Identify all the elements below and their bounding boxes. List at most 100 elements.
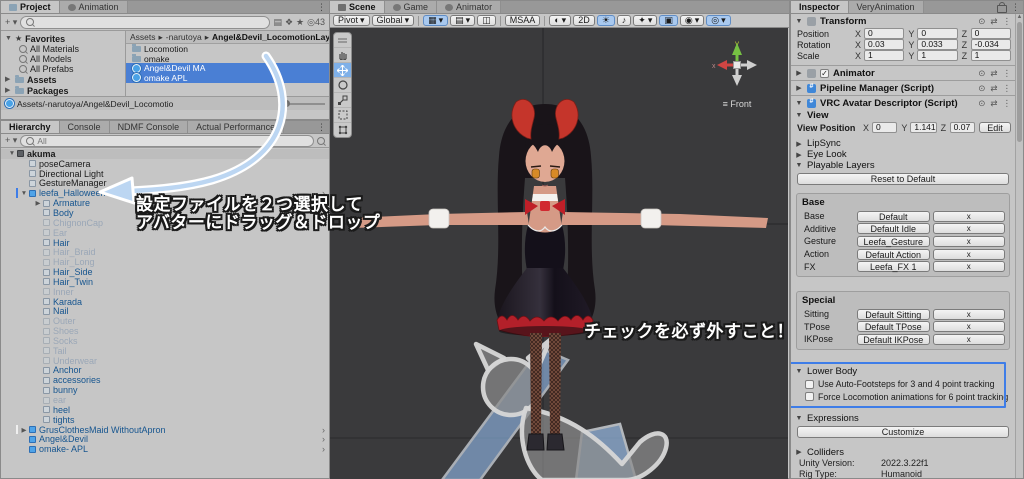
search-window-icon[interactable] — [317, 136, 325, 145]
scene-tab[interactable]: Animator — [437, 1, 502, 13]
foldout-icon[interactable]: ▶ — [795, 84, 803, 92]
hierarchy-item[interactable]: Nail — [1, 306, 329, 316]
foldout-icon[interactable]: ▶ — [5, 75, 12, 85]
foldout-icon[interactable]: ▼ — [795, 100, 803, 107]
snap-grid-button[interactable]: ▤ ▾ — [450, 15, 476, 26]
inspector-scrollbar[interactable]: ▲ — [1015, 14, 1023, 478]
project-search-input[interactable] — [20, 15, 271, 29]
hierarchy-item[interactable]: Shoes — [1, 326, 329, 336]
foldout-icon[interactable]: ▼ — [795, 368, 803, 375]
inspector-tab[interactable]: VeryAnimation — [848, 1, 924, 13]
foldout-icon[interactable]: ▶ — [5, 86, 12, 96]
lighting-toggle-button[interactable]: ☀ — [596, 15, 615, 26]
hierarchy-item[interactable]: Angel&Devil › — [1, 434, 329, 444]
help-icon[interactable]: ⊙ — [978, 83, 985, 94]
lock-icon[interactable] — [997, 1, 1007, 13]
animator-header[interactable]: ▶ ✓ Animator ⊙ ⇄ ⋮ — [791, 65, 1015, 80]
layer-clear-button[interactable]: x — [932, 333, 1005, 345]
layer-clear-button[interactable]: x — [932, 223, 1005, 235]
pipeline-manager-header[interactable]: ▶ Pipeline Manager (Script) ⊙ ⇄ ⋮ — [791, 80, 1015, 95]
hierarchy-tab[interactable]: NDMF Console — [109, 121, 189, 133]
breadcrumb-narutoya[interactable]: -narutoya — [166, 32, 202, 42]
foldout-icon[interactable]: ▶ — [795, 448, 803, 456]
foldout-icon[interactable]: ▼ — [5, 34, 12, 44]
foldout-icon[interactable]: ▶ — [795, 140, 803, 148]
project-root-folder[interactable]: ▶ Packages — [1, 86, 125, 96]
transform-tool-button[interactable] — [334, 123, 351, 137]
view-section[interactable]: ▼ View — [791, 110, 1015, 121]
eyelook-section[interactable]: ▶ Eye Look — [791, 149, 1015, 160]
pivot-mode-button[interactable]: Pivot ▾ — [333, 15, 370, 26]
msaa-button[interactable]: MSAA — [504, 15, 541, 26]
rotate-tool-button[interactable] — [334, 78, 351, 93]
favorites-item[interactable]: All Prefabs — [1, 64, 125, 74]
project-root-folder[interactable]: ▶ Assets — [1, 75, 125, 85]
expand-arrow-icon[interactable]: ▶ — [19, 426, 29, 434]
y-value-field[interactable]: 1 — [917, 50, 958, 61]
favorites-item[interactable]: All Models — [1, 54, 125, 64]
gizmo-projection-label[interactable]: ≡ Front — [710, 99, 764, 109]
hierarchy-item[interactable]: Inner — [1, 287, 329, 297]
favorites-root[interactable]: ▼ ★ Favorites — [1, 34, 125, 44]
breadcrumb-current[interactable]: Angel&Devil_LocomotionLayer — [212, 32, 329, 42]
shading-mode-button[interactable]: ◐ ▾ — [549, 15, 572, 26]
project-file-row[interactable]: omake — [126, 53, 329, 64]
layer-clear-button[interactable]: x — [932, 248, 1005, 260]
favorites-item[interactable]: All Materials — [1, 44, 125, 54]
layer-default-button[interactable]: Default TPose — [857, 321, 930, 333]
preset-icon[interactable]: ⇄ — [990, 98, 997, 109]
layer-default-button[interactable]: Leefa_Gesture — [857, 235, 930, 247]
preset-icon[interactable]: ⇄ — [990, 83, 997, 94]
camera-settings-button[interactable]: ◉ ▾ — [679, 15, 705, 26]
animator-enabled-checkbox[interactable]: ✓ — [820, 68, 829, 78]
reset-to-default-button[interactable]: Reset to Default — [797, 173, 1009, 185]
hierarchy-item[interactable]: heel — [1, 405, 329, 415]
hierarchy-tab[interactable]: Hierarchy — [1, 121, 60, 133]
expand-arrow-icon[interactable]: ▼ — [19, 190, 29, 197]
z-value-field[interactable]: 1 — [970, 50, 1011, 61]
expressions-section[interactable]: ▼ Expressions — [791, 413, 1015, 424]
scrollbar-thumb[interactable] — [1017, 22, 1022, 142]
hierarchy-item[interactable]: Hair_Long — [1, 257, 329, 267]
window-menu-icon[interactable]: ⋮ — [314, 122, 329, 133]
preset-icon[interactable]: ⇄ — [990, 68, 997, 79]
window-menu-icon[interactable]: ⋮ — [314, 2, 329, 13]
x-value-field[interactable]: 0 — [864, 28, 905, 39]
lipsync-section[interactable]: ▶ LipSync — [791, 138, 1015, 149]
help-icon[interactable]: ⊙ — [978, 16, 985, 27]
foldout-icon[interactable]: ▼ — [795, 18, 803, 25]
rect-tool-button[interactable] — [334, 108, 351, 123]
hierarchy-item[interactable]: ear — [1, 395, 329, 405]
layer-default-button[interactable]: Leefa_FX 1 — [857, 261, 930, 273]
customize-button[interactable]: Customize — [797, 425, 1009, 438]
prefab-open-chevron[interactable]: › — [322, 434, 325, 444]
checkbox-unchecked[interactable] — [805, 392, 814, 401]
hierarchy-item[interactable]: ▼ akuma — [1, 149, 329, 159]
effects-toggle-button[interactable]: ✦ ▾ — [633, 15, 658, 26]
2d-toggle-button[interactable]: 2D — [573, 15, 595, 26]
orientation-mode-button[interactable]: Global ▾ — [371, 15, 415, 26]
move-tool-button[interactable] — [334, 63, 351, 78]
x-value-field[interactable]: 0.03 — [864, 39, 905, 50]
tools-handle[interactable] — [334, 33, 351, 48]
search-by-type-icon[interactable]: ▤ — [273, 17, 282, 28]
hierarchy-search-input[interactable]: All — [20, 134, 314, 147]
foldout-icon[interactable]: ▶ — [795, 69, 803, 77]
view-y-field[interactable]: 1.141 — [910, 122, 937, 133]
component-menu-icon[interactable]: ⋮ — [1003, 83, 1012, 94]
hierarchy-item[interactable]: Karada — [1, 297, 329, 307]
foldout-icon[interactable]: ▼ — [795, 162, 803, 169]
project-tab[interactable]: Animation — [59, 1, 128, 13]
hierarchy-item[interactable]: accessories — [1, 375, 329, 385]
create-asset-button[interactable]: + ▾ — [5, 17, 17, 28]
hierarchy-tab[interactable]: Actual Performance — [188, 121, 285, 133]
layer-default-button[interactable]: Default IKPose — [857, 333, 930, 345]
hierarchy-item[interactable]: Socks — [1, 336, 329, 346]
gizmos-button[interactable]: ◎ ▾ — [706, 15, 731, 26]
checkbox-unchecked[interactable] — [805, 379, 814, 389]
layer-default-button[interactable]: Default Action — [857, 248, 930, 260]
layer-default-button[interactable]: Default Sitting — [857, 308, 930, 320]
scene-tab[interactable]: Game — [384, 1, 438, 13]
project-file-row[interactable]: Locomotion — [126, 43, 329, 54]
expand-arrow-icon[interactable]: ▼ — [7, 150, 17, 157]
